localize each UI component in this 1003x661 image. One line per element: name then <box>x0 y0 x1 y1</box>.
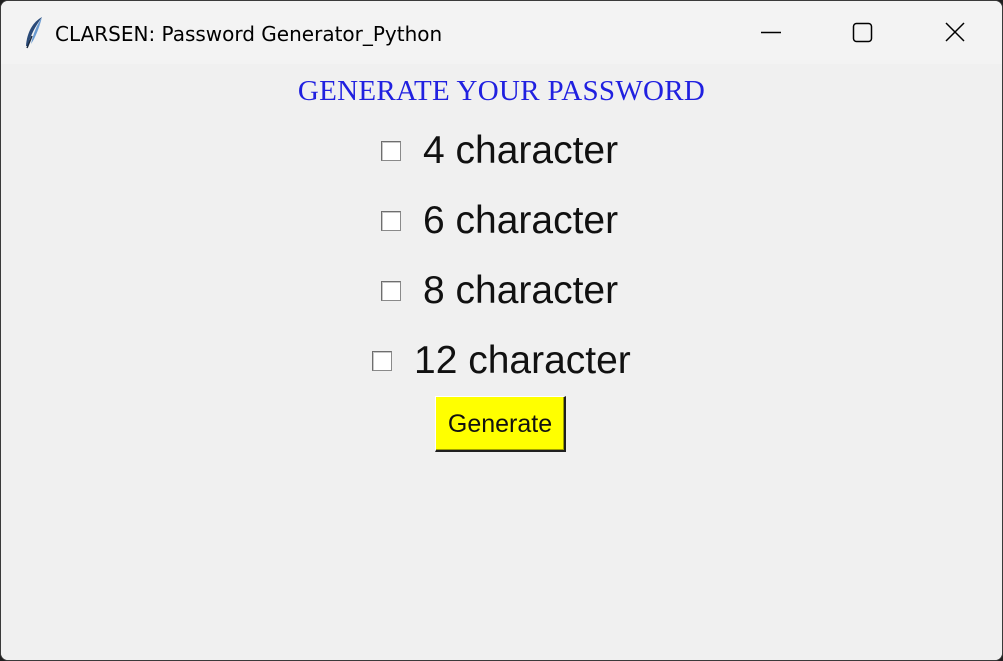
generate-button[interactable]: Generate <box>435 396 566 452</box>
option-label[interactable]: 12 character <box>414 340 631 382</box>
maximize-icon <box>852 22 873 43</box>
checkbox-4-character[interactable] <box>381 141 401 161</box>
title-bar[interactable]: CLARSEN: Password Generator_Python <box>1 1 1002 64</box>
option-label[interactable]: 4 character <box>423 130 618 172</box>
close-icon <box>945 22 965 42</box>
checkbox-6-character[interactable] <box>381 211 401 231</box>
minimize-icon <box>761 31 781 34</box>
option-label[interactable]: 8 character <box>423 270 618 312</box>
close-button[interactable] <box>909 1 1001 64</box>
main-content: GENERATE YOUR PASSWORD 4 character 6 cha… <box>1 64 1002 660</box>
window-title: CLARSEN: Password Generator_Python <box>55 22 443 46</box>
minimize-button[interactable] <box>725 1 817 64</box>
page-title: GENERATE YOUR PASSWORD <box>297 75 706 107</box>
checkbox-12-character[interactable] <box>372 351 392 371</box>
app-window: CLARSEN: Password Generator_Python GENER… <box>0 0 1003 661</box>
maximize-button[interactable] <box>817 1 909 64</box>
feather-icon <box>23 16 45 50</box>
option-label[interactable]: 6 character <box>423 200 618 242</box>
checkbox-8-character[interactable] <box>381 281 401 301</box>
